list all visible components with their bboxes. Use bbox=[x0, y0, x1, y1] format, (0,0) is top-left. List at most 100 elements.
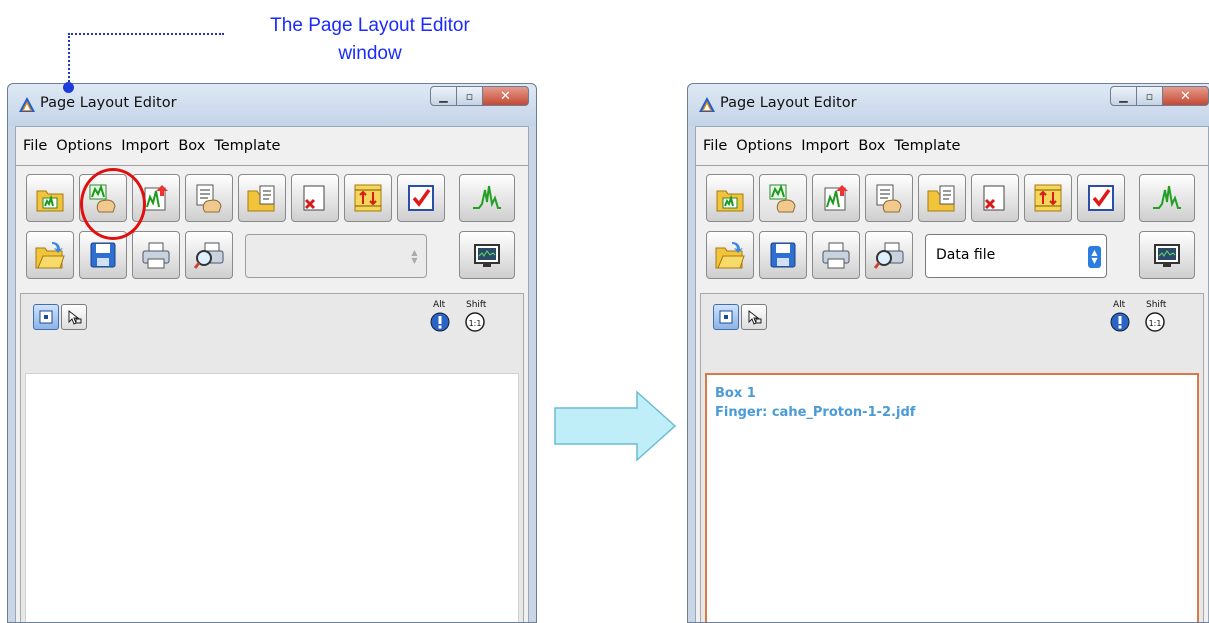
minimize-button[interactable]: ▁ bbox=[1110, 86, 1137, 106]
open-data-icon bbox=[36, 190, 64, 212]
open-data-button[interactable] bbox=[706, 174, 754, 222]
menu-file[interactable]: File bbox=[703, 138, 727, 154]
window-controls: ▁ ▫ ✕ bbox=[430, 86, 529, 108]
svg-text:1:1: 1:1 bbox=[469, 319, 482, 328]
checkmark-icon bbox=[408, 185, 434, 211]
title-bar[interactable]: Page Layout Editor ▁ ▫ ✕ bbox=[8, 84, 536, 126]
menu-import[interactable]: Import bbox=[121, 138, 169, 154]
delete-box-icon bbox=[303, 185, 325, 211]
layout-panel: Alt Shift 1:1 Box 1 Finger: cahe_Proton-… bbox=[700, 293, 1204, 622]
window-controls: ▁ ▫ ✕ bbox=[1110, 86, 1209, 108]
menu-file[interactable]: File bbox=[23, 138, 47, 154]
callout-leader-vertical bbox=[68, 33, 70, 85]
callout-leader-horizontal bbox=[68, 33, 224, 35]
pointer-mode-button[interactable] bbox=[61, 304, 87, 330]
menu-import[interactable]: Import bbox=[801, 138, 849, 154]
box-select-icon bbox=[39, 310, 53, 324]
open-folder-icon bbox=[715, 242, 745, 269]
data-file-select-value: Data file bbox=[936, 247, 996, 263]
checkmark-icon bbox=[1088, 185, 1114, 211]
select-arrows-icon: ▲ ▼ bbox=[1088, 246, 1101, 268]
print-preview-button[interactable] bbox=[185, 231, 233, 279]
open-folder-icon bbox=[35, 242, 65, 269]
app-logo-icon bbox=[19, 97, 35, 112]
open-data-button[interactable] bbox=[26, 174, 74, 222]
maximize-button[interactable]: ▫ bbox=[1137, 86, 1163, 106]
menu-box[interactable]: Box bbox=[858, 138, 885, 154]
left-page-layout-editor-window: Page Layout Editor ▁ ▫ ✕ File Options Im… bbox=[7, 83, 537, 623]
display-settings-button[interactable] bbox=[1139, 231, 1195, 279]
align-button[interactable] bbox=[344, 174, 392, 222]
open-template-icon bbox=[247, 185, 275, 212]
menu-bar: File Options Import Box Template bbox=[16, 127, 528, 166]
delete-box-button[interactable] bbox=[291, 174, 339, 222]
close-button[interactable]: ✕ bbox=[483, 86, 529, 106]
window-title: Page Layout Editor bbox=[40, 95, 177, 111]
open-data-icon bbox=[716, 190, 744, 212]
page-canvas[interactable]: Box 1 Finger: cahe_Proton-1-2.jdf bbox=[705, 373, 1199, 622]
add-finger-icon bbox=[769, 184, 796, 213]
open-folder-button[interactable] bbox=[26, 231, 74, 279]
pointer-icon bbox=[748, 309, 762, 325]
print-button[interactable] bbox=[132, 231, 180, 279]
highlight-circle bbox=[80, 168, 146, 240]
add-finger-button[interactable] bbox=[759, 174, 807, 222]
select-all-button[interactable] bbox=[1077, 174, 1125, 222]
svg-text:1:1: 1:1 bbox=[1149, 319, 1162, 328]
delete-box-button[interactable] bbox=[971, 174, 1019, 222]
alt-exclamation-icon bbox=[430, 312, 450, 332]
right-arrow-icon bbox=[554, 390, 677, 462]
print-preview-button[interactable] bbox=[865, 231, 913, 279]
menu-template[interactable]: Template bbox=[894, 138, 960, 154]
shift-ratio-icon: 1:1 bbox=[465, 312, 485, 332]
align-icon bbox=[1034, 184, 1062, 212]
menu-box[interactable]: Box bbox=[178, 138, 205, 154]
shift-label: Shift bbox=[466, 300, 487, 310]
align-button[interactable] bbox=[1024, 174, 1072, 222]
maximize-button[interactable]: ▫ bbox=[457, 86, 483, 106]
box-finger-label[interactable]: Finger: cahe_Proton-1-2.jdf bbox=[715, 405, 915, 420]
alt-label: Alt bbox=[1113, 300, 1126, 310]
select-all-button[interactable] bbox=[397, 174, 445, 222]
spectrum-view-button[interactable] bbox=[459, 174, 515, 222]
spectrum-view-button[interactable] bbox=[1139, 174, 1195, 222]
title-bar[interactable]: Page Layout Editor ▁ ▫ ✕ bbox=[688, 84, 1209, 126]
pointer-icon bbox=[68, 309, 82, 325]
menu-options[interactable]: Options bbox=[736, 138, 792, 154]
display-settings-button[interactable] bbox=[459, 231, 515, 279]
window-title: Page Layout Editor bbox=[720, 95, 857, 111]
callout-line-1: The Page Layout Editor bbox=[270, 15, 470, 36]
open-template-button[interactable] bbox=[238, 174, 286, 222]
box-label[interactable]: Box 1 bbox=[715, 386, 756, 401]
menu-options[interactable]: Options bbox=[56, 138, 112, 154]
close-button[interactable]: ✕ bbox=[1163, 86, 1209, 106]
page-canvas[interactable] bbox=[25, 373, 519, 622]
pointer-mode-button[interactable] bbox=[741, 304, 767, 330]
monitor-icon bbox=[1154, 244, 1180, 267]
menu-template[interactable]: Template bbox=[214, 138, 280, 154]
open-template-button[interactable] bbox=[918, 174, 966, 222]
open-template-icon bbox=[927, 185, 955, 212]
window-client: File Options Import Box Template bbox=[695, 126, 1209, 622]
alt-label: Alt bbox=[433, 300, 446, 310]
add-spectrum-icon bbox=[824, 185, 848, 211]
box-mode-button[interactable] bbox=[713, 304, 739, 330]
delete-box-icon bbox=[983, 185, 1005, 211]
add-text-button[interactable] bbox=[865, 174, 913, 222]
add-text-button[interactable] bbox=[185, 174, 233, 222]
print-button[interactable] bbox=[812, 231, 860, 279]
minimize-button[interactable]: ▁ bbox=[430, 86, 457, 106]
shift-label: Shift bbox=[1146, 300, 1167, 310]
save-button[interactable] bbox=[759, 231, 807, 279]
layout-panel: Alt Shift 1:1 bbox=[20, 293, 524, 622]
data-file-select[interactable]: ▲ ▼ bbox=[245, 234, 427, 278]
callout-line-2: window bbox=[338, 43, 402, 64]
add-spectrum-button[interactable] bbox=[812, 174, 860, 222]
callout-dot bbox=[63, 82, 74, 93]
data-file-select[interactable]: Data file ▲ ▼ bbox=[925, 234, 1107, 278]
right-page-layout-editor-window: Page Layout Editor ▁ ▫ ✕ File Options Im… bbox=[687, 83, 1209, 623]
box-mode-button[interactable] bbox=[33, 304, 59, 330]
open-folder-button[interactable] bbox=[706, 231, 754, 279]
spectrum-peaks-icon bbox=[1153, 185, 1181, 209]
box-select-icon bbox=[719, 310, 733, 324]
